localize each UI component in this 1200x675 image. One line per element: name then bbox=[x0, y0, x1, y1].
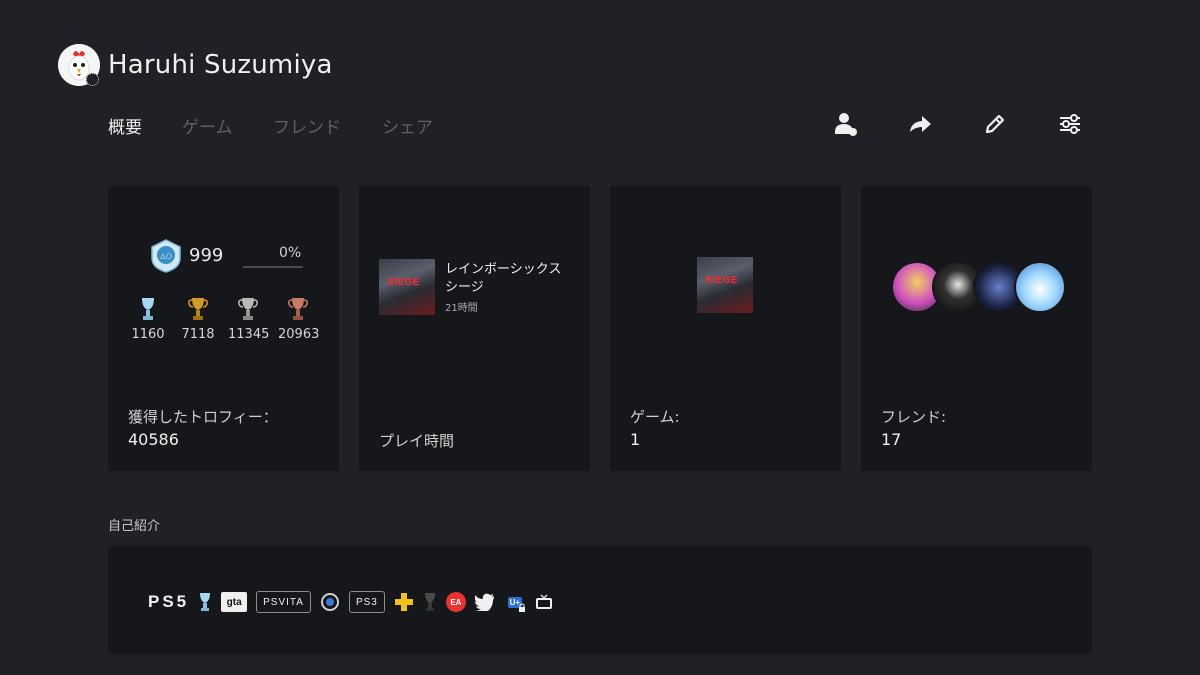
game-thumbnail-logo: SIEGE bbox=[387, 277, 421, 288]
friend-request-icon bbox=[835, 113, 857, 136]
trophy-icon bbox=[424, 593, 435, 611]
bronze-trophy-icon bbox=[288, 298, 308, 320]
silver-trophy-count: 11345 bbox=[228, 296, 269, 342]
game-hours: 21時間 bbox=[445, 303, 478, 314]
edit-button[interactable] bbox=[981, 110, 1009, 138]
share-icon bbox=[910, 116, 931, 132]
games-label: ゲーム: bbox=[630, 408, 680, 426]
platinum-trophy-icon bbox=[142, 298, 154, 320]
trophy-level: 999 bbox=[189, 245, 224, 266]
tab-games[interactable]: ゲーム bbox=[182, 113, 233, 138]
game-thumbnail: SIEGE bbox=[379, 259, 435, 315]
tab-friends[interactable]: フレンド bbox=[273, 113, 341, 138]
game-title: レインボーシックス シージ bbox=[445, 262, 562, 295]
psvita-badge: PSVITA bbox=[256, 591, 311, 613]
level-progress-text: 0% bbox=[279, 245, 302, 261]
edit-icon bbox=[985, 114, 1005, 134]
gold-trophy-icon bbox=[188, 298, 208, 320]
silver-trophy-icon bbox=[238, 298, 258, 320]
ps5-badge: PS5 bbox=[148, 592, 190, 611]
friends-label: フレンド: bbox=[881, 408, 947, 426]
friend-request-button[interactable] bbox=[832, 110, 860, 138]
tv-icon bbox=[535, 594, 552, 609]
game-thumbnail: SIEGE bbox=[697, 257, 753, 313]
bronze-trophy-count: 20963 bbox=[278, 296, 319, 342]
friends-count: 17 bbox=[881, 430, 902, 449]
lock-icon bbox=[518, 603, 525, 612]
tab-share[interactable]: シェア bbox=[382, 113, 433, 138]
svg-text:△○: △○ bbox=[160, 252, 172, 260]
online-status-icon bbox=[86, 73, 99, 86]
about-box: PS5 gta PSVITA PS3 EA U+ bbox=[108, 546, 1092, 654]
trophy-card[interactable]: △○ 999 0% 1160 7118 11345 20963 獲得したトロフィ… bbox=[108, 186, 339, 471]
friends-card[interactable]: フレンド: 17 bbox=[861, 186, 1092, 471]
gold-trophy-count: 7118 bbox=[178, 296, 218, 342]
share-button[interactable] bbox=[906, 110, 934, 138]
tab-overview[interactable]: 概要 bbox=[108, 113, 142, 138]
trophies-earned-total: 40586 bbox=[128, 430, 179, 449]
about-badges: PS5 gta PSVITA PS3 EA U+ bbox=[148, 589, 553, 615]
platinum-trophy-icon bbox=[200, 593, 211, 611]
playstation-icon bbox=[320, 593, 339, 611]
game-thumbnail-logo: SIEGE bbox=[705, 275, 739, 286]
twitter-icon bbox=[474, 593, 494, 611]
playtime-label: プレイ時間 bbox=[379, 432, 455, 450]
games-count: 1 bbox=[630, 430, 641, 449]
level-progress-bar bbox=[243, 266, 303, 268]
trophies-earned-label: 獲得したトロフィー： bbox=[128, 408, 278, 426]
settings-icon bbox=[1060, 114, 1080, 134]
playtime-card[interactable]: SIEGE レインボーシックス シージ 21時間 プレイ時間 bbox=[359, 186, 590, 471]
friend-avatar bbox=[1014, 261, 1066, 313]
games-card[interactable]: SIEGE ゲーム: 1 bbox=[610, 186, 841, 471]
ea-badge: EA bbox=[445, 592, 466, 612]
about-heading: 自己紹介 bbox=[108, 519, 161, 534]
trophy-level-icon: △○ bbox=[151, 239, 181, 273]
ps-plus-icon bbox=[394, 593, 413, 611]
platinum-trophy-count: 1160 bbox=[128, 296, 168, 342]
gta-badge: gta bbox=[221, 592, 248, 612]
settings-button[interactable] bbox=[1056, 110, 1084, 138]
profile-username: Haruhi Suzumiya bbox=[108, 50, 333, 80]
ps3-badge: PS3 bbox=[348, 591, 385, 613]
u-plus-badge: U+ bbox=[504, 592, 526, 612]
